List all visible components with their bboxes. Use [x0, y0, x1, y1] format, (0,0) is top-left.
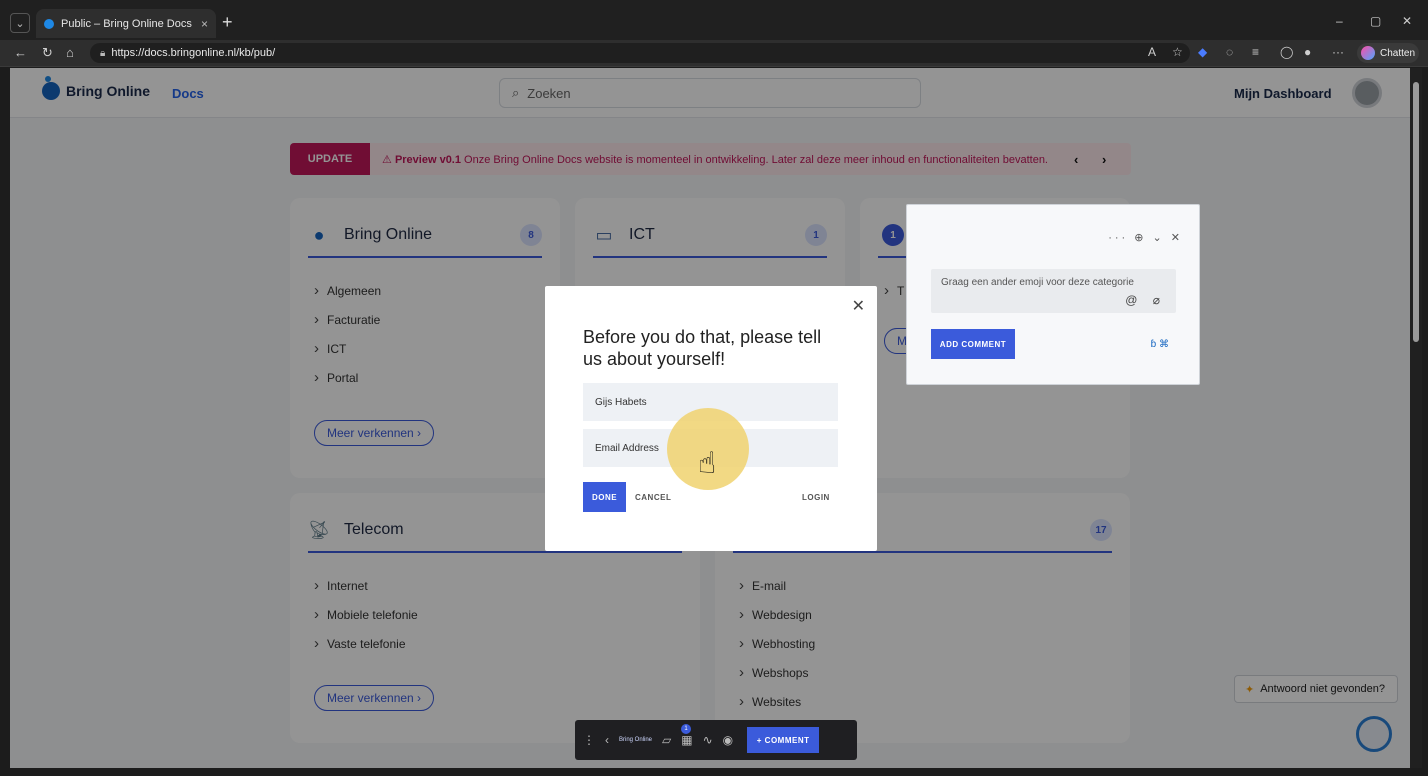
cancel-button[interactable]: CANCEL: [635, 493, 671, 502]
copilot-icon: [1361, 46, 1375, 60]
vertical-scrollbar[interactable]: [1410, 68, 1422, 768]
comment-tools[interactable]: ··· ⊕ ⌄ ✕: [1108, 231, 1183, 244]
comments-icon[interactable]: ▱: [662, 733, 671, 747]
browser-tab-bar: ⌄ Public – Bring Online Docs × + – ▢ ✕: [0, 0, 1428, 40]
back-icon[interactable]: ←: [14, 45, 27, 60]
address-bar: ← ↻ ⌂ 🔒︎ https://docs.bringonline.nl/kb/…: [0, 40, 1428, 67]
home-icon[interactable]: ⌂: [66, 45, 74, 60]
close-icon[interactable]: ✕: [852, 296, 865, 316]
read-aloud-icon[interactable]: A: [1148, 45, 1156, 59]
favorite-star-icon[interactable]: ☆: [1172, 45, 1183, 59]
comment-input[interactable]: Graag een ander emoji voor deze categori…: [931, 269, 1176, 313]
minimize-icon[interactable]: –: [1336, 14, 1343, 28]
page-viewport: Bring Online Docs ⌕ Zoeken Mijn Dashboar…: [10, 68, 1410, 768]
login-button[interactable]: LOGIN: [802, 493, 830, 502]
mention-attach-icon[interactable]: @ ⌀: [1125, 293, 1166, 307]
feedback-toolbar: ⋮ ‹ Bring Online ▱ 1 ▦ ∿ ◉ + COMMENT: [575, 720, 857, 760]
comment-text: Graag een ander emoji voor deze categori…: [941, 277, 1134, 288]
url-text: https://docs.bringonline.nl/kb/pub/: [111, 47, 276, 59]
favorites-icon[interactable]: ≡: [1252, 45, 1259, 59]
comment-popup: ··· ⊕ ⌄ ✕ Graag een ander emoji voor dez…: [906, 204, 1200, 385]
new-tab-icon[interactable]: +: [222, 13, 233, 31]
comment-brand-icon: ɓ ⌘: [1150, 339, 1169, 350]
url-field[interactable]: 🔒︎ https://docs.bringonline.nl/kb/pub/: [90, 43, 1190, 63]
copilot-chat-button[interactable]: Chatten: [1357, 43, 1419, 63]
hand-cursor-icon: ☝︎: [698, 447, 717, 480]
done-button[interactable]: DONE: [583, 482, 626, 512]
refresh-icon[interactable]: ↻: [42, 45, 53, 61]
notification-badge: 1: [681, 724, 691, 734]
browser-tab[interactable]: Public – Bring Online Docs ×: [36, 9, 216, 38]
eye-icon[interactable]: ◉: [723, 733, 733, 747]
bring-online-favicon-icon: [44, 18, 54, 29]
activity-icon[interactable]: ∿: [703, 733, 713, 747]
chatten-label: Chatten: [1380, 47, 1416, 59]
shield-icon[interactable]: ◯: [1280, 45, 1293, 59]
tab-title: Public – Bring Online Docs: [61, 17, 192, 30]
tab-actions-icon[interactable]: ⌄: [10, 13, 30, 33]
maximize-icon[interactable]: ▢: [1370, 14, 1381, 28]
drag-handle-icon[interactable]: ⋮: [583, 733, 595, 747]
add-comment-toolbar-button[interactable]: + COMMENT: [747, 727, 820, 753]
profile-icon[interactable]: ●: [1304, 45, 1311, 59]
add-comment-button[interactable]: ADD COMMENT: [931, 329, 1015, 359]
toolbar-logo: Bring Online: [619, 737, 653, 743]
lock-icon: 🔒︎: [100, 47, 106, 59]
window-close-icon[interactable]: ✕: [1402, 14, 1412, 28]
tab-close-icon[interactable]: ×: [201, 17, 208, 31]
grid-icon[interactable]: ▦: [681, 733, 692, 747]
more-icon[interactable]: ···: [1332, 45, 1344, 59]
modal-title: Before you do that, please tell us about…: [583, 327, 822, 369]
collapse-icon[interactable]: ‹: [605, 733, 609, 747]
scrollbar-thumb[interactable]: [1413, 82, 1419, 342]
extension-icon[interactable]: ◌: [1226, 45, 1233, 59]
bitwarden-icon[interactable]: ◆: [1198, 45, 1207, 59]
